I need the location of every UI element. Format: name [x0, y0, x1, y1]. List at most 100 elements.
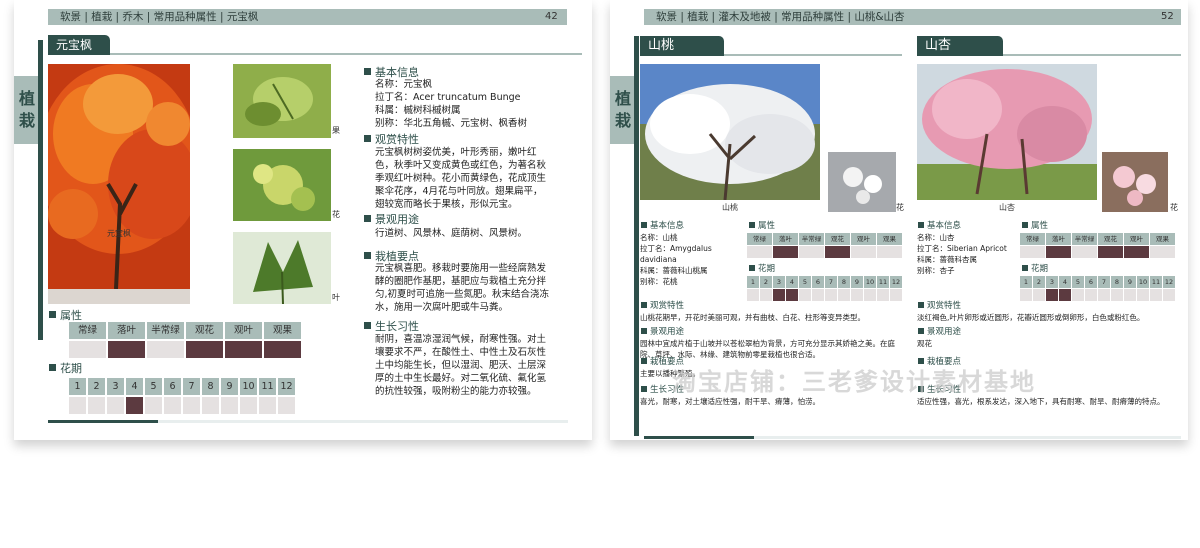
main-photo-peach	[640, 64, 820, 200]
bullet-icon	[641, 328, 647, 334]
bullet-icon	[1022, 265, 1028, 271]
grid-label-cell: 8	[1111, 276, 1123, 288]
basic-info-line: 科属：槭树科槭树属	[375, 105, 461, 116]
main-photo-caption: 元宝枫	[107, 229, 131, 238]
grid-label-cell: 观果	[264, 322, 301, 339]
grid-label-cell: 观花	[1098, 233, 1123, 245]
grid-label-cell: 半常绿	[799, 233, 824, 245]
section-heading: 景观用途	[927, 327, 962, 337]
grid-label-cell: 7	[183, 378, 200, 395]
title-underline	[1003, 54, 1181, 56]
grid-value-cell	[1150, 246, 1175, 258]
basic-info-line: 拉丁名：Acer truncatum Bunge	[375, 92, 521, 103]
basic-info-line: 名称：山杏	[917, 233, 955, 242]
grid-label-cell: 4	[1059, 276, 1071, 288]
basic-info-heading: 基本信息	[650, 221, 685, 231]
bottom-bar	[48, 420, 568, 423]
grid-value-cell	[107, 397, 124, 414]
left-page: 软景 | 植栽 | 乔木 | 常用品种属性 | 元宝枫 42 植 栽 元宝枫 元…	[14, 0, 592, 440]
grid-value-cell	[145, 397, 162, 414]
grid-value-cell	[1150, 289, 1162, 301]
flowering-months-row: 1 2 3 4 5 6 7 8 9 10 11 12	[69, 378, 295, 395]
grid-value-cell	[838, 289, 850, 301]
grid-label-cell: 3	[773, 276, 785, 288]
grid-value-cell	[164, 397, 181, 414]
flower-photo-peach	[828, 152, 896, 212]
habit-heading: 生长习性	[375, 320, 419, 333]
grid-label-cell: 4	[786, 276, 798, 288]
grid-value-cell	[877, 246, 902, 258]
bullet-icon	[364, 215, 371, 222]
grid-value-cell	[183, 397, 200, 414]
title-underline	[110, 53, 582, 55]
flowering-months-row: 1 2 3 4 5 6 7 8 9 10 11 12	[747, 276, 902, 288]
grid-value-cell-active	[786, 289, 798, 301]
grid-label-cell: 8	[202, 378, 219, 395]
bullet-icon	[364, 322, 371, 329]
landscape-heading: 景观用途	[375, 213, 419, 226]
bullet-icon	[641, 222, 647, 228]
basic-info-line: 名称：元宝枫	[375, 79, 433, 90]
grid-value-cell	[1085, 289, 1097, 301]
side-accent-line	[38, 40, 43, 340]
flower-caption: 花	[896, 203, 904, 212]
breadcrumb: 软景 | 植栽 | 乔木 | 常用品种属性 | 元宝枫	[48, 9, 567, 25]
main-photo-caption: 山杏	[999, 203, 1015, 212]
side-accent-line	[634, 36, 639, 436]
grid-label-cell: 12	[890, 276, 902, 288]
main-photo-maple	[48, 64, 190, 304]
grid-label-cell: 观花	[825, 233, 850, 245]
grid-label-cell: 12	[1163, 276, 1175, 288]
grid-label-cell: 3	[1046, 276, 1058, 288]
grid-label-cell: 观果	[1150, 233, 1175, 245]
page-number: 42	[545, 11, 558, 22]
grid-label-cell: 2	[760, 276, 772, 288]
flowering-heading: 花期	[60, 362, 82, 375]
grid-value-cell	[825, 289, 837, 301]
grid-value-cell-active	[1059, 289, 1071, 301]
grid-label-cell: 8	[838, 276, 850, 288]
bullet-icon	[364, 135, 371, 142]
grid-value-cell-active	[1046, 289, 1058, 301]
bullet-icon	[49, 364, 56, 371]
bullet-icon	[918, 222, 924, 228]
bullet-icon	[918, 302, 924, 308]
grid-label-cell: 10	[240, 378, 257, 395]
planting-text: 元宝枫喜肥。移栽时要施用一些经腐熟发酵的圈肥作基肥，基肥应与栽植土充分拌匀,初夏…	[375, 263, 550, 313]
grid-label-cell: 半常绿	[147, 322, 184, 339]
grid-label-cell: 5	[799, 276, 811, 288]
bullet-icon	[641, 358, 647, 364]
grid-label-cell: 观叶	[225, 322, 262, 339]
grid-label-cell: 9	[851, 276, 863, 288]
grid-label-cell: 6	[1085, 276, 1097, 288]
attributes-labels-row: 常绿 落叶 半常绿 观花 观叶 观果	[1020, 233, 1175, 245]
grid-label-cell: 6	[164, 378, 181, 395]
flower-caption: 花	[1170, 203, 1178, 212]
attributes-heading: 属性	[1031, 221, 1049, 231]
grid-label-cell: 6	[812, 276, 824, 288]
grid-value-cell-active	[1124, 246, 1149, 258]
attributes-heading: 属性	[60, 309, 82, 322]
section-text: 观花	[917, 339, 932, 348]
ornamental-text: 元宝枫树树姿优美，叶形秀丽，嫩叶红色，秋季叶又变成黄色或红色，为著名秋季观红叶树…	[375, 147, 547, 210]
ornamental-heading: 观赏特性	[375, 133, 419, 146]
fruit-photo	[233, 64, 331, 138]
attributes-labels-row: 常绿 落叶 半常绿 观花 观叶 观果	[747, 233, 902, 245]
grid-value-cell	[877, 289, 889, 301]
grid-value-cell	[812, 289, 824, 301]
grid-label-cell: 落叶	[773, 233, 798, 245]
grid-value-cell	[799, 289, 811, 301]
grid-value-cell-active	[825, 246, 850, 258]
flowering-values-row	[747, 289, 902, 301]
grid-value-cell	[221, 397, 238, 414]
grid-label-cell: 12	[278, 378, 295, 395]
flowering-months-row: 1 2 3 4 5 6 7 8 9 10 11 12	[1020, 276, 1175, 288]
grid-value-cell	[202, 397, 219, 414]
basic-info-block: 名称：山杏 拉丁名：Siberian Apricot 科属：蔷薇科杏属 别称：杏…	[917, 232, 1027, 276]
grid-value-cell-active	[186, 341, 223, 358]
brochure-spread: 软景 | 植栽 | 乔木 | 常用品种属性 | 元宝枫 42 植 栽 元宝枫 元…	[0, 0, 1200, 548]
leaf-caption: 叶	[332, 293, 340, 302]
basic-info-line: 科属：蔷薇科山桃属	[640, 266, 708, 275]
attributes-values-row	[1020, 246, 1175, 258]
grid-value-cell	[747, 246, 772, 258]
